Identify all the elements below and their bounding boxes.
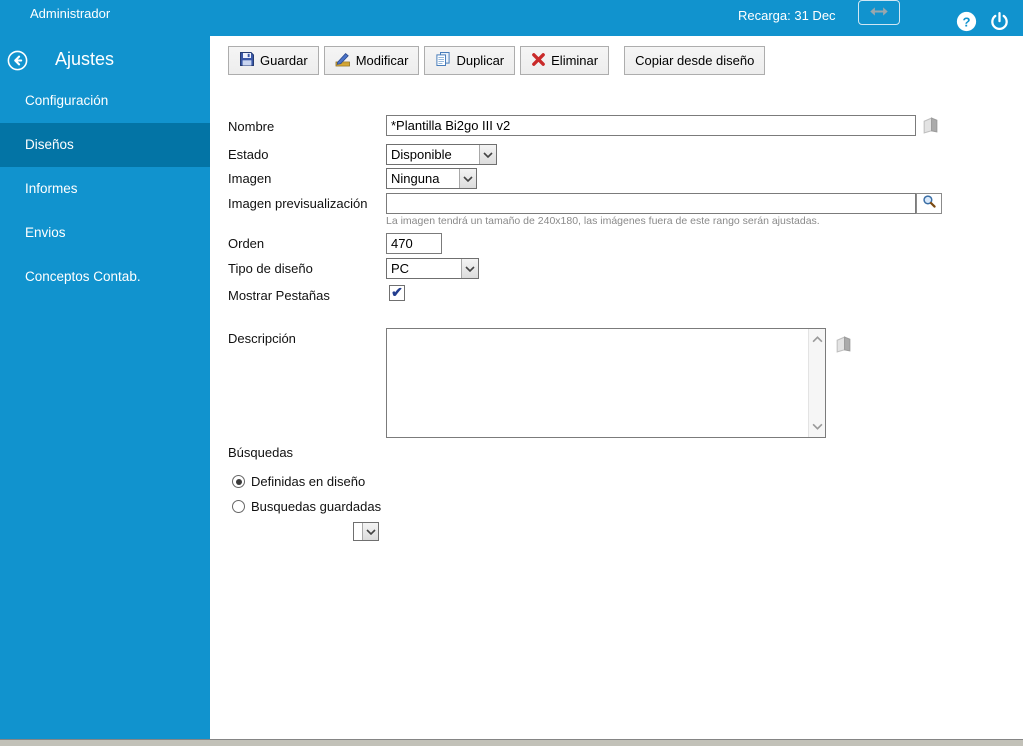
copy-icon	[435, 51, 451, 70]
sidebar-title: Ajustes	[55, 49, 115, 69]
edit-icon	[335, 51, 351, 70]
descripcion-textarea-frame	[386, 328, 826, 438]
radio-definidas-en-diseno[interactable]: Definidas en diseño	[232, 474, 365, 489]
chevron-down-icon	[459, 169, 476, 188]
duplicar-button[interactable]: Duplicar	[424, 46, 516, 75]
descripcion-page-icon[interactable]	[834, 335, 853, 354]
mostrar-pestanas-label: Mostrar Pestañas	[228, 288, 330, 303]
save-icon	[239, 51, 255, 70]
imagen-select[interactable]: Ninguna	[386, 168, 477, 189]
descripcion-scrollbar[interactable]	[808, 329, 825, 437]
imagen-label: Imagen	[228, 171, 272, 186]
radio-busquedas-guardadas[interactable]: Busquedas guardadas	[232, 499, 381, 514]
radio-definidas-label: Definidas en diseño	[251, 474, 366, 489]
check-icon: ✔	[391, 284, 403, 300]
scroll-up-icon[interactable]	[809, 331, 826, 348]
copiar-desde-diseno-label: Copiar desde diseño	[635, 53, 755, 68]
reload-date-label: Recarga: 31 Dec	[738, 8, 836, 23]
imagen-help-text: La imagen tendrá un tamaño de 240x180, l…	[386, 215, 820, 227]
nombre-label: Nombre	[228, 119, 275, 134]
back-icon[interactable]	[7, 50, 28, 71]
sidebar-item-informes[interactable]: Informes	[0, 167, 210, 211]
double-arrow-icon	[868, 4, 890, 22]
svg-text:?: ?	[962, 14, 970, 29]
sidebar-item-configuracion[interactable]: Configuración	[0, 79, 210, 123]
toolbar: Guardar Modificar Duplicar Eliminar Copi…	[228, 46, 770, 75]
sidebar-menu: Configuración Diseños Informes Envios Co…	[0, 79, 210, 299]
chevron-down-icon	[362, 523, 378, 540]
horizontal-scrollbar[interactable]	[0, 739, 1023, 746]
tipo-de-diseno-select[interactable]: PC	[386, 258, 479, 279]
imagen-selected-value: Ninguna	[391, 171, 440, 186]
tipo-de-diseno-label: Tipo de diseño	[228, 261, 313, 276]
main-content: Guardar Modificar Duplicar Eliminar Copi…	[210, 36, 1023, 739]
delete-icon	[531, 52, 546, 70]
radio-guardadas-label: Busquedas guardadas	[251, 499, 382, 514]
imagen-search-button[interactable]	[916, 193, 942, 214]
guardar-label: Guardar	[260, 53, 308, 68]
estado-label: Estado	[228, 147, 269, 162]
sidebar: Ajustes Configuración Diseños Informes E…	[0, 36, 210, 739]
nombre-page-icon[interactable]	[921, 116, 940, 135]
modificar-button[interactable]: Modificar	[323, 46, 420, 75]
imagen-previsualizacion-input[interactable]	[386, 193, 916, 214]
top-bar: Administrador Recarga: 31 Dec ?	[0, 0, 1023, 36]
help-icon[interactable]: ?	[956, 11, 977, 32]
duplicar-label: Duplicar	[456, 53, 505, 68]
swap-arrows-button[interactable]	[858, 0, 900, 25]
radio-button-icon	[232, 475, 245, 488]
eliminar-label: Eliminar	[551, 53, 599, 68]
sidebar-item-disenos[interactable]: Diseños	[0, 123, 210, 167]
guardar-button[interactable]: Guardar	[228, 46, 319, 75]
power-icon[interactable]	[989, 11, 1010, 32]
eliminar-button[interactable]: Eliminar	[520, 46, 610, 75]
chevron-down-icon	[479, 145, 496, 164]
orden-label: Orden	[228, 236, 265, 251]
busquedas-label: Búsquedas	[228, 445, 294, 460]
scroll-down-icon[interactable]	[809, 418, 826, 435]
copiar-desde-diseno-button[interactable]: Copiar desde diseño	[624, 46, 766, 75]
search-icon	[922, 194, 937, 214]
sidebar-item-envios[interactable]: Envios	[0, 211, 210, 255]
sidebar-item-conceptos-contab[interactable]: Conceptos Contab.	[0, 255, 210, 299]
estado-selected-value: Disponible	[391, 147, 452, 162]
descripcion-label: Descripción	[228, 331, 296, 346]
estado-select[interactable]: Disponible	[386, 144, 497, 165]
modificar-label: Modificar	[355, 53, 409, 68]
descripcion-textarea[interactable]	[387, 329, 808, 437]
busquedas-guardadas-select[interactable]	[353, 522, 379, 541]
mostrar-pestanas-checkbox[interactable]: ✔	[389, 285, 405, 301]
chevron-down-icon	[461, 259, 478, 278]
logged-user-label: Administrador	[30, 6, 111, 21]
tipo-selected-value: PC	[391, 261, 410, 276]
imagen-previsualizacion-label: Imagen previsualización	[228, 196, 368, 211]
radio-button-icon	[232, 500, 245, 513]
nombre-input[interactable]	[386, 115, 916, 136]
orden-input[interactable]	[386, 233, 442, 254]
